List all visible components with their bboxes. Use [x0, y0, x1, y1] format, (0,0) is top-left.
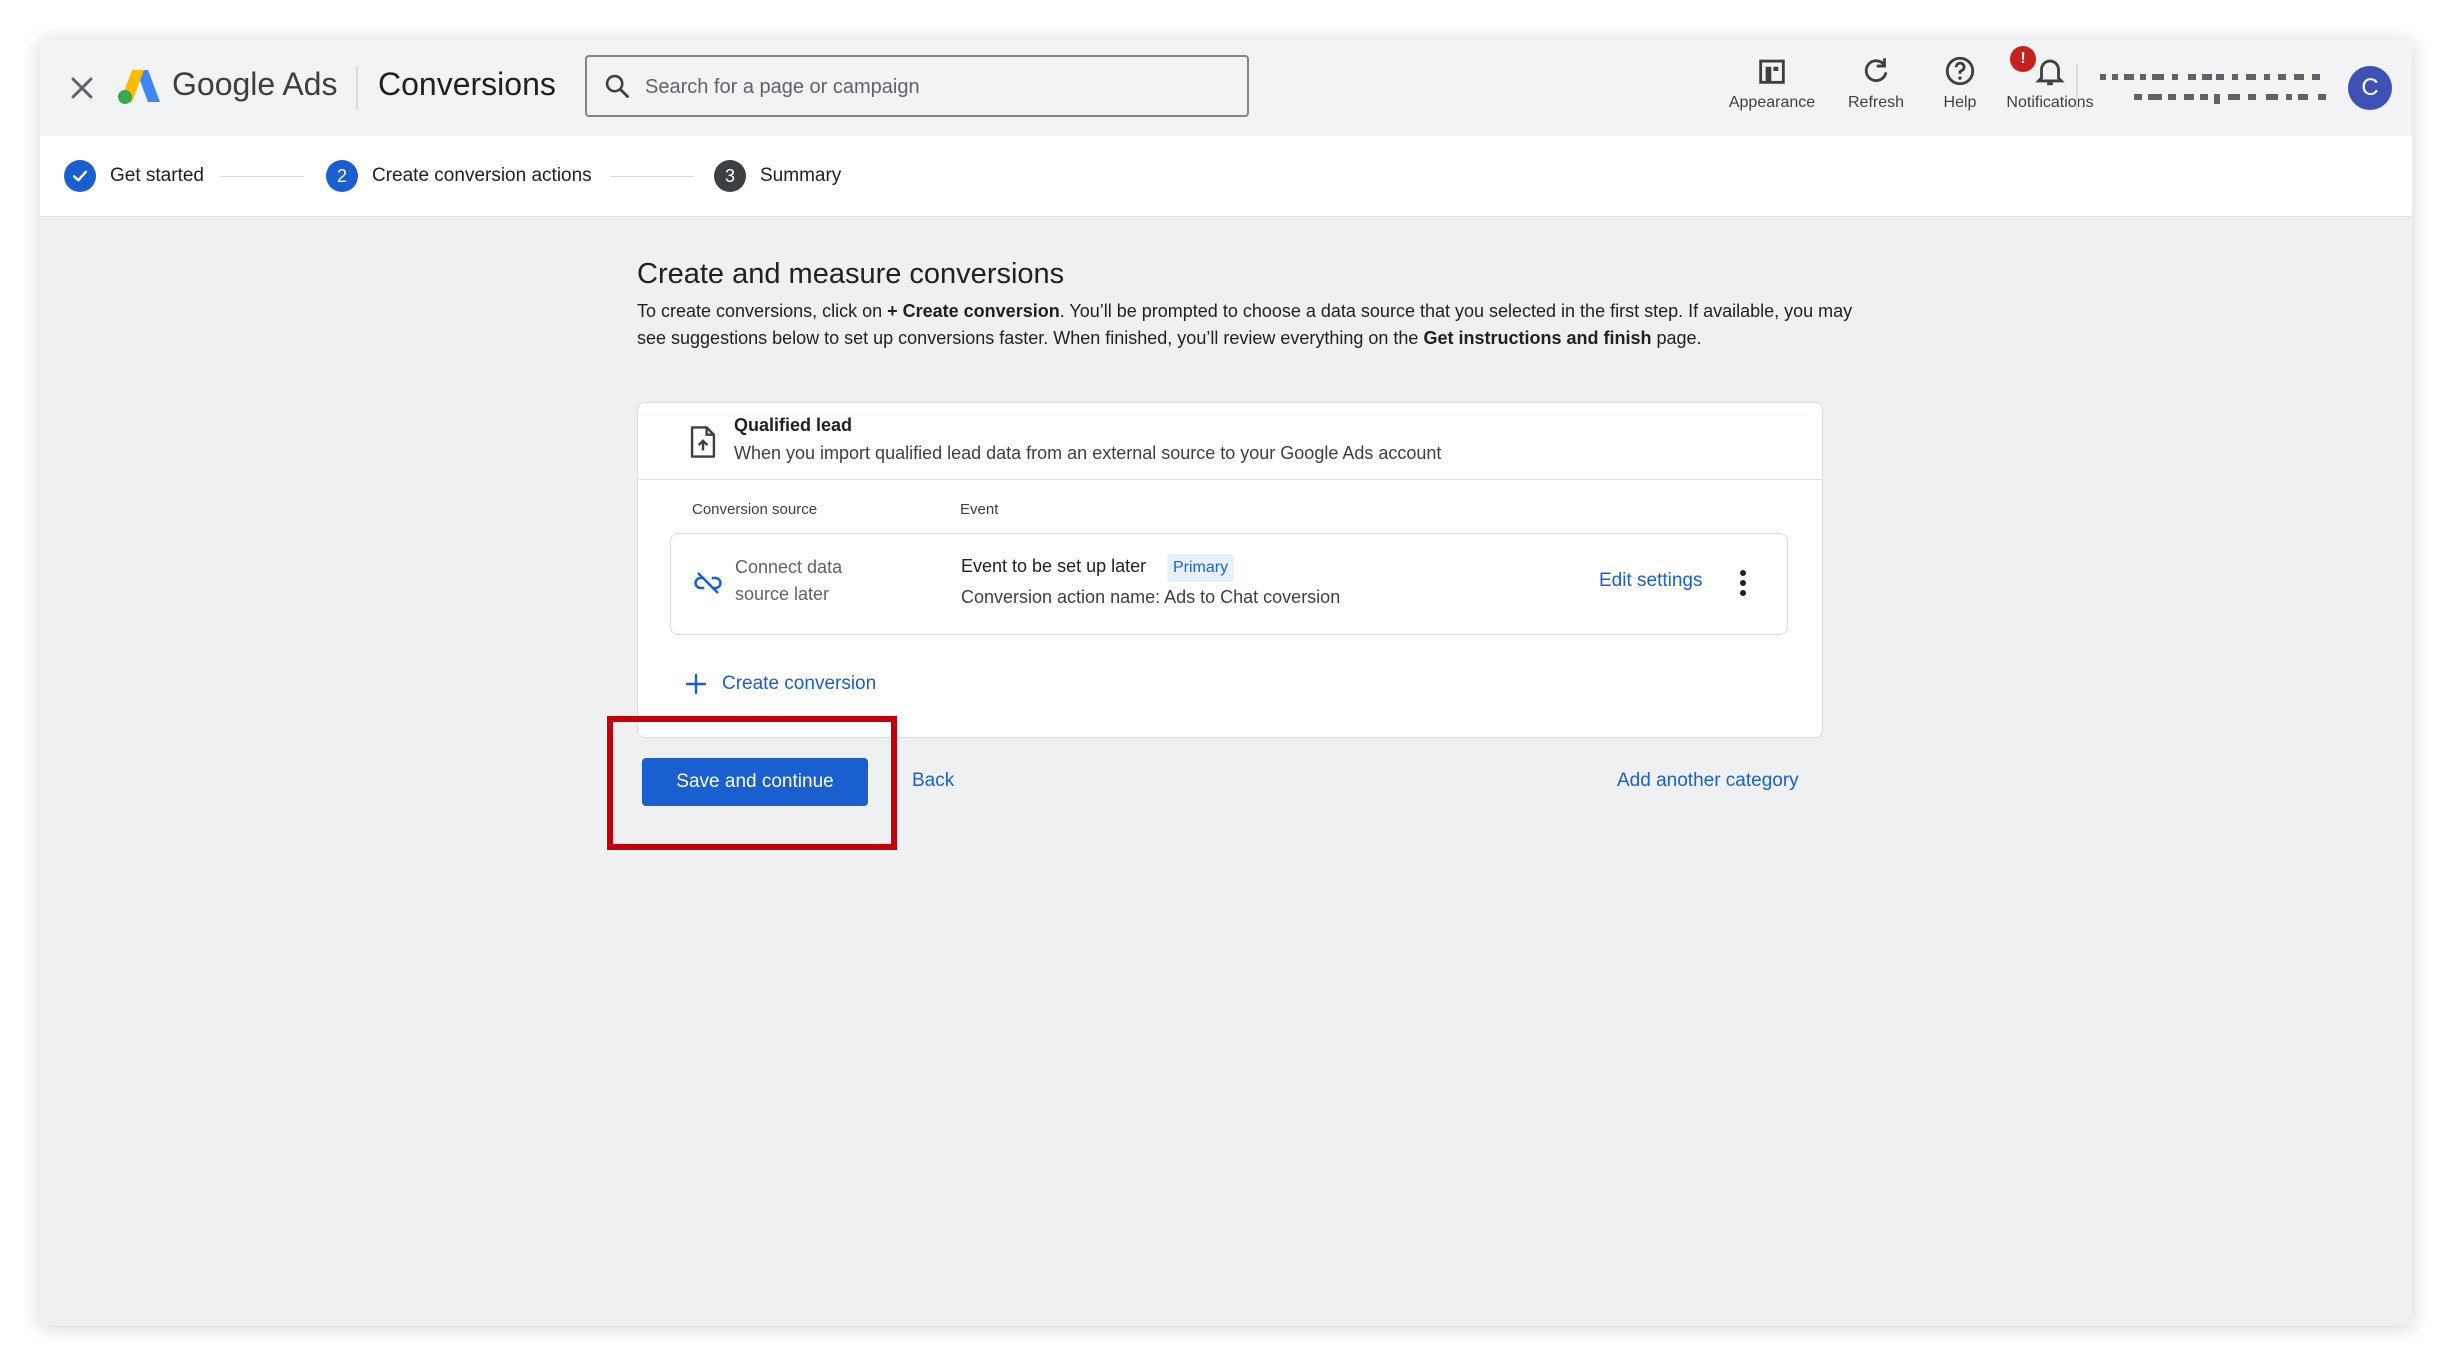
plus-icon	[685, 673, 707, 695]
step-connector	[220, 176, 304, 177]
step-connector	[610, 176, 694, 177]
conversion-source-label: Connect data source later	[735, 557, 843, 604]
appearance-label: Appearance	[1728, 94, 1816, 111]
card-header: Qualified lead When you import qualified…	[638, 403, 1822, 480]
refresh-button[interactable]: Refresh	[1836, 54, 1916, 112]
help-label: Help	[1943, 94, 1977, 111]
save-and-continue-button[interactable]: Save and continue	[642, 758, 868, 806]
help-icon	[1945, 56, 1975, 86]
avatar[interactable]: C	[2348, 66, 2392, 110]
category-description: When you import qualified lead data from…	[734, 443, 1442, 463]
help-button[interactable]: Help	[1930, 54, 1990, 112]
divider	[356, 66, 358, 110]
column-header-event: Event	[960, 501, 999, 518]
step-label: Create conversion actions	[372, 165, 592, 186]
top-bar: Google Ads Conversions Appearance Refres	[40, 40, 2412, 136]
step-create-conversion-actions[interactable]: 2 Create conversion actions	[326, 158, 592, 194]
check-circle-icon	[64, 160, 96, 192]
appearance-button[interactable]: Appearance	[1722, 54, 1822, 112]
notification-badge: !	[2010, 46, 2036, 72]
step-number: 2	[326, 160, 358, 192]
edit-settings-link[interactable]: Edit settings	[1599, 570, 1703, 592]
file-upload-icon	[690, 426, 716, 458]
intro-text: To create conversions, click on + Create…	[637, 298, 1857, 352]
create-conversion-label: Create conversion	[722, 673, 877, 694]
search-icon	[605, 74, 629, 98]
conversion-row: Connect data source later Event to be se…	[670, 533, 1788, 635]
stepper: Get started 2 Create conversion actions …	[40, 136, 2412, 217]
intro-bold-create-conversion: + Create conversion	[887, 301, 1060, 321]
search-box[interactable]	[585, 55, 1249, 117]
add-another-category-link[interactable]: Add another category	[1617, 770, 1799, 792]
conversion-category-card: Qualified lead When you import qualified…	[637, 402, 1823, 738]
column-header-source: Conversion source	[692, 501, 818, 518]
search-input[interactable]	[643, 67, 1227, 107]
link-off-icon	[694, 572, 722, 594]
intro-text-part: To create conversions, click on	[637, 301, 888, 321]
primary-chip: Primary	[1167, 554, 1235, 582]
create-conversion-button[interactable]: Create conversion	[684, 667, 876, 701]
close-icon[interactable]	[64, 70, 100, 106]
brand-name: Google Ads	[172, 66, 338, 102]
back-link[interactable]: Back	[912, 770, 954, 792]
google-ads-logo-icon	[118, 70, 160, 104]
divider	[2076, 64, 2078, 110]
step-get-started[interactable]: Get started	[64, 158, 204, 194]
more-vert-icon[interactable]	[1737, 568, 1749, 598]
redacted-account-info[interactable]	[2098, 66, 2338, 110]
intro-text-part: page.	[1651, 328, 1702, 348]
step-label: Summary	[760, 165, 842, 186]
category-title: Qualified lead	[734, 415, 853, 435]
event-name: Event to be set up later	[961, 556, 1147, 576]
notifications-label: Notifications	[2006, 94, 2094, 111]
appearance-icon	[1759, 59, 1785, 84]
conversion-action-name: Conversion action name: Ads to Chat cove…	[961, 587, 1341, 607]
intro-bold-get-instructions: Get instructions and finish	[1423, 328, 1652, 348]
bell-icon	[2035, 59, 2065, 86]
refresh-label: Refresh	[1847, 94, 1905, 111]
step-number: 3	[714, 160, 746, 192]
refresh-icon	[1864, 58, 1888, 82]
section-title: Create and measure conversions	[637, 258, 1065, 290]
step-summary[interactable]: 3 Summary	[714, 158, 841, 194]
step-label: Get started	[110, 165, 204, 186]
page-title: Conversions	[378, 66, 556, 102]
app-window: Google Ads Conversions Appearance Refres	[40, 40, 2412, 1325]
